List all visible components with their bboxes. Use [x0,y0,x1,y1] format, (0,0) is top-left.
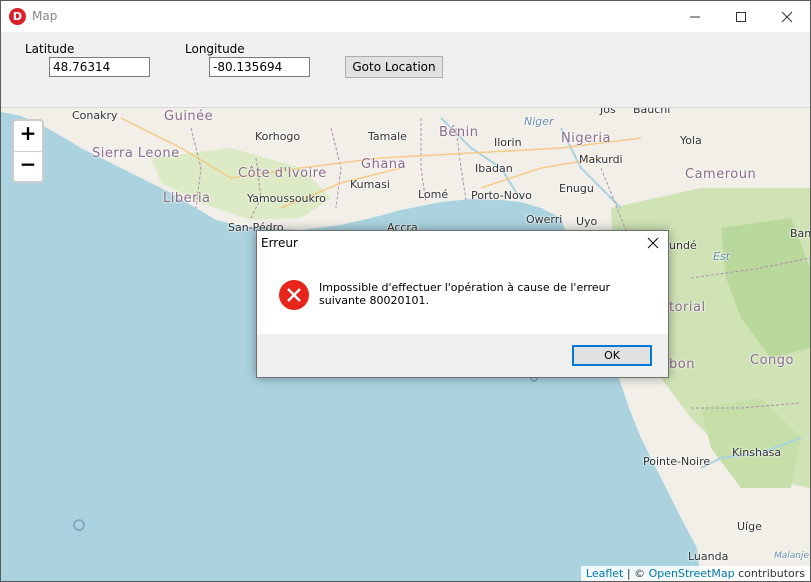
zoom-control: + − [12,119,44,183]
country-label: Nigeria [561,131,612,146]
error-dialog: Erreur Impossible d'effectuer l'opératio… [256,230,669,378]
error-icon [279,280,309,310]
longitude-input[interactable]: -80.135694 [209,57,310,77]
latitude-label: Latitude [25,42,75,56]
latitude-input[interactable]: 48.76314 [49,57,150,77]
minimize-button[interactable] [672,1,718,32]
title-bar: D Map [1,1,810,32]
window-title: Map [32,9,58,23]
location-toolbar: Latitude 48.76314 Longitude -80.135694 G… [1,32,810,108]
city-label: Tamale [368,130,407,143]
city-label: Ilorin [494,136,522,149]
country-label: Guinée [164,109,214,124]
city-label: Korhogo [255,130,301,143]
country-label: Bénin [439,125,479,140]
app-icon: D [9,8,26,25]
close-button[interactable] [764,1,810,32]
city-label: Luanda [688,550,729,563]
dialog-close-button[interactable] [638,231,668,255]
country-label: Liberia [163,191,211,206]
place-label: undé [669,239,697,252]
close-icon [781,11,793,22]
city-label: Ibadan [475,162,513,175]
close-icon [647,237,659,249]
place-label: Ban [790,227,810,240]
longitude-label: Longitude [185,42,245,56]
maximize-icon [736,11,746,22]
city-label: Jos [600,108,616,116]
city-label: Bauchi [633,108,671,116]
river-label: Malanje [774,551,810,561]
city-label: Conakry [72,109,118,122]
ok-button[interactable]: OK [572,345,652,366]
attribution-tail: contributors [734,567,805,580]
river-label: Est [713,250,730,263]
openstreetmap-link[interactable]: OpenStreetMap [649,567,735,580]
city-label: Uíge [737,520,762,533]
country-label: torial [669,300,706,315]
city-label: Enugu [559,182,594,195]
dialog-title: Erreur [261,236,298,250]
attribution-separator: | © [623,567,649,580]
country-label: Côte d'Ivoire [238,166,327,181]
city-label: Pointe-Noire [643,455,711,468]
city-label: Makurdi [579,153,623,166]
country-label: Sierra Leone [92,146,180,161]
country-label: Congo [750,353,794,368]
zoom-in-button[interactable]: + [14,121,42,152]
city-label: Yola [680,134,702,147]
leaflet-link[interactable]: Leaflet [586,567,623,580]
city-label: Uyo [576,215,598,228]
dialog-message: Impossible d'effectuer l'opération à cau… [319,281,611,307]
city-label: Kinshasa [732,446,782,459]
map-attribution: Leaflet | © OpenStreetMap contributors [580,566,810,581]
city-label: Porto-Novo [471,189,532,202]
country-label: Ghana [361,157,406,172]
country-label: bon [669,357,695,372]
city-label: Yamoussoukro [247,192,326,205]
goto-location-button[interactable]: Goto Location [345,56,443,78]
city-label: Lomé [418,188,449,201]
country-label: Cameroun [685,167,757,182]
city-label: Owerri [526,213,563,226]
dialog-footer: OK [257,334,668,377]
river-label: Niger [524,115,554,128]
zoom-out-button[interactable]: − [14,152,42,182]
city-label: Kumasi [350,178,390,191]
maximize-button[interactable] [718,1,764,32]
minimize-icon [690,16,700,17]
